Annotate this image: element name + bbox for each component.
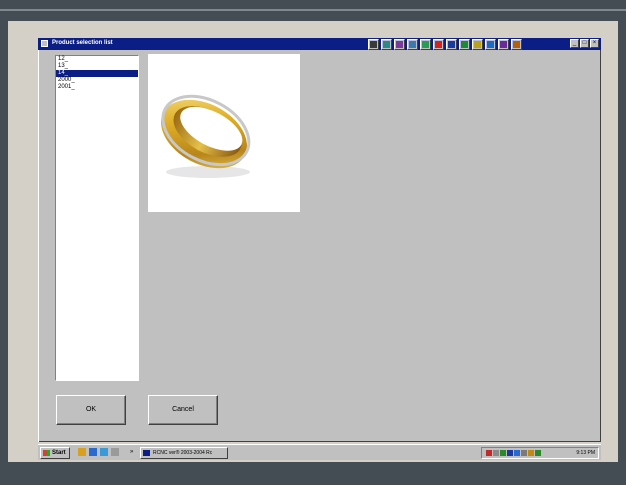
cancel-button[interactable]: Cancel	[148, 395, 218, 425]
toolbar	[368, 38, 522, 50]
app-icon	[41, 40, 48, 47]
screen-top-border	[0, 9, 626, 11]
product-selection-window: Product selection list _ □ × 12_ 13_ 14_ 20…	[38, 38, 601, 442]
settings-icon-glyph	[513, 40, 520, 48]
minimize-button[interactable]: _	[570, 39, 579, 48]
window-icon-glyph	[448, 40, 455, 48]
pencil-icon[interactable]	[472, 38, 483, 50]
product-preview-image	[148, 54, 300, 212]
draw-tool-icon[interactable]	[420, 38, 431, 50]
windows-logo-icon	[43, 450, 50, 456]
window-icon[interactable]	[446, 38, 457, 50]
task-app-icon	[143, 450, 150, 456]
edit-tool-icon[interactable]	[407, 38, 418, 50]
antivirus-icon[interactable]	[535, 450, 541, 456]
list-item[interactable]: 13_	[56, 63, 138, 70]
settings-icon[interactable]	[511, 38, 522, 50]
maximize-button[interactable]: □	[580, 39, 589, 48]
taskbar: Start » RCNC ver® 2003-2004 Rc 9:13 PM	[38, 444, 601, 460]
blue-book-icon-glyph	[487, 40, 494, 48]
list-item[interactable]: 12_	[56, 56, 138, 63]
hand-tool-icon[interactable]	[368, 38, 379, 50]
book-icon-glyph	[500, 40, 507, 48]
start-button[interactable]: Start	[40, 447, 70, 459]
ie-icon[interactable]	[89, 448, 97, 456]
desktop-icon[interactable]	[78, 448, 86, 456]
red-marker-icon-glyph	[435, 40, 442, 48]
draw-tool-icon-glyph	[422, 40, 429, 48]
product-listbox[interactable]: 12_ 13_ 14_ 2000_ 2001_	[55, 55, 139, 381]
edit-tool-icon-glyph	[409, 40, 416, 48]
brush-tool-icon-glyph	[396, 40, 403, 48]
taskbar-window-button[interactable]: RCNC ver® 2003-2004 Rc	[140, 447, 228, 459]
media-icon[interactable]	[111, 448, 119, 456]
shield-icon[interactable]	[528, 450, 534, 456]
tray-icons	[486, 450, 541, 456]
red-marker-icon[interactable]	[433, 38, 444, 50]
book-icon[interactable]	[498, 38, 509, 50]
quick-launch-more[interactable]: »	[130, 447, 133, 457]
list-item[interactable]: 2001_	[56, 84, 138, 91]
hand-tool-icon-glyph	[370, 40, 377, 48]
zoom-tool-icon-glyph	[383, 40, 390, 48]
ok-button[interactable]: OK	[56, 395, 126, 425]
quick-launch	[78, 448, 119, 456]
window-title: Product selection list	[52, 40, 113, 46]
brush-tool-icon[interactable]	[394, 38, 405, 50]
task-button-label: RCNC ver® 2003-2004 Rc	[153, 450, 213, 456]
monitor-icon[interactable]	[507, 450, 513, 456]
messenger-icon[interactable]	[514, 450, 520, 456]
grid-icon-glyph	[461, 40, 468, 48]
clock: 9:13 PM	[576, 450, 595, 456]
outlook-icon[interactable]	[100, 448, 108, 456]
window-controls: _ □ ×	[570, 39, 599, 48]
pencil-icon-glyph	[474, 40, 481, 48]
keyboard-icon[interactable]	[521, 450, 527, 456]
list-item[interactable]: 14_	[56, 70, 138, 77]
volume-icon[interactable]	[493, 450, 499, 456]
printer-icon[interactable]	[486, 450, 492, 456]
list-item[interactable]: 2000_	[56, 77, 138, 84]
zoom-tool-icon[interactable]	[381, 38, 392, 50]
start-label: Start	[52, 450, 66, 456]
close-button[interactable]: ×	[590, 39, 599, 48]
blue-book-icon[interactable]	[485, 38, 496, 50]
system-tray: 9:13 PM	[481, 447, 599, 459]
gold-ring-image	[161, 94, 251, 178]
network-icon[interactable]	[500, 450, 506, 456]
grid-icon[interactable]	[459, 38, 470, 50]
